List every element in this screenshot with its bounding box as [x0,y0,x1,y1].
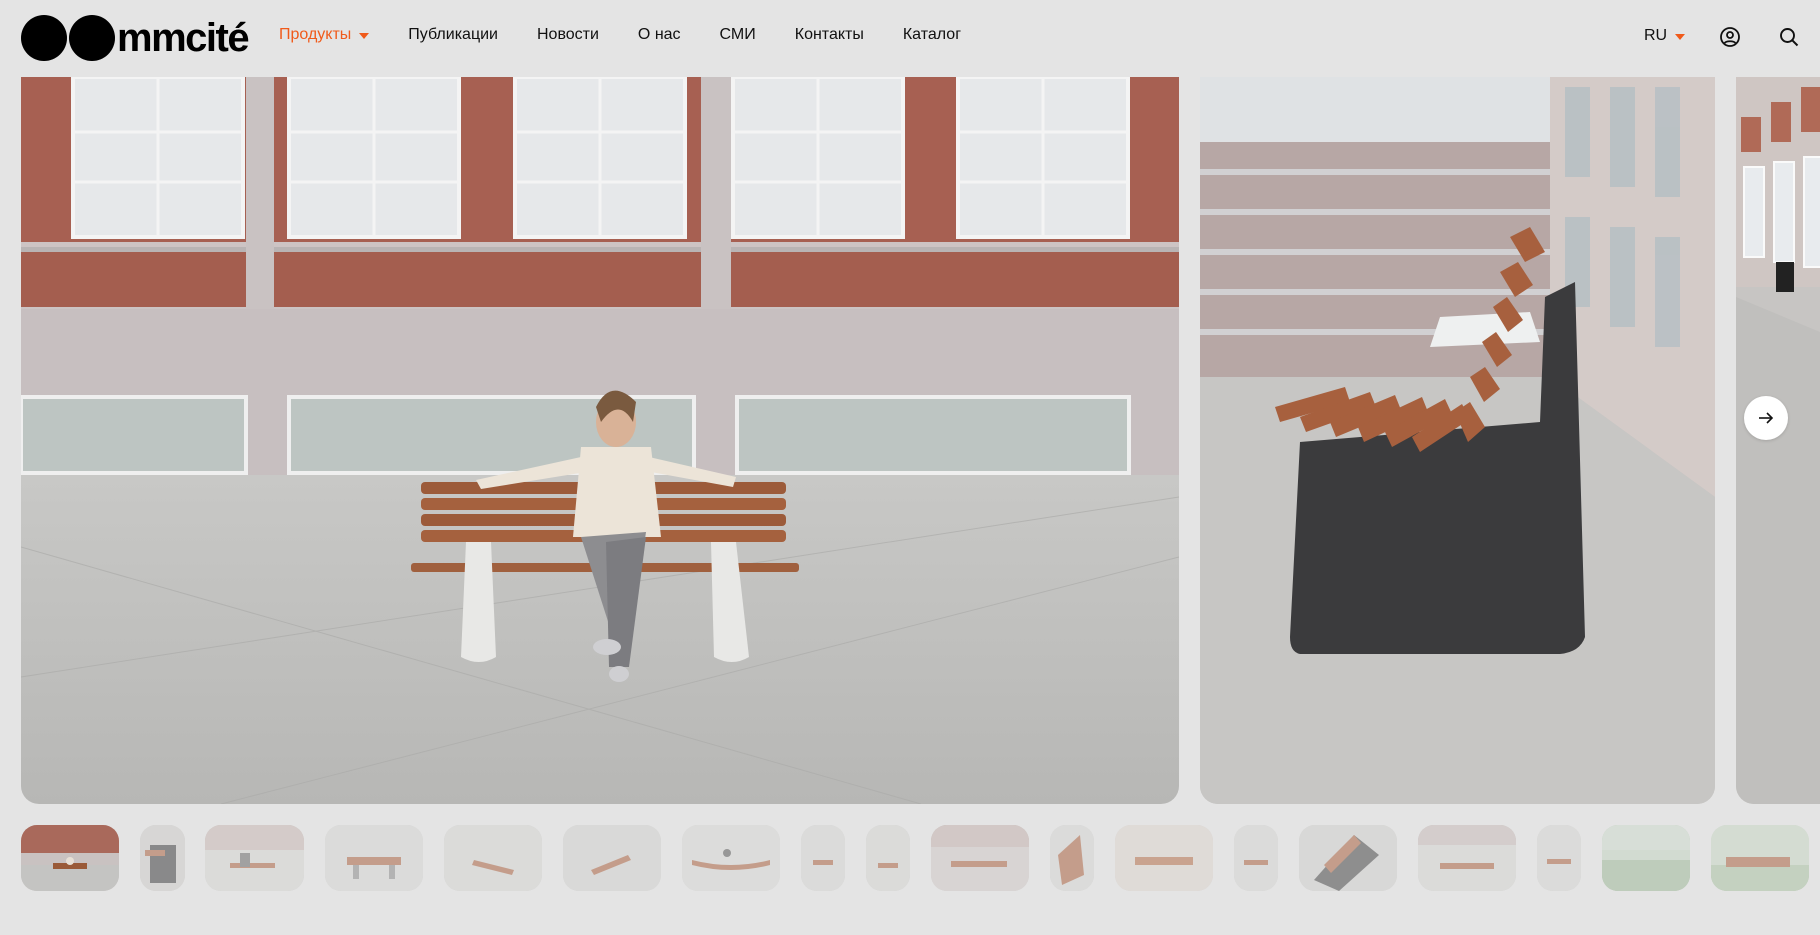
nav-item-products[interactable]: Продукты [279,26,370,44]
thumbnail-4[interactable] [325,825,423,891]
nav-item-catalog[interactable]: Каталог [903,26,961,44]
nav-item-label: Каталог [902,26,962,43]
thumbnail-5[interactable] [444,825,542,891]
nav-item-contacts[interactable]: Контакты [795,26,864,44]
thumbnail-15[interactable] [1418,825,1516,891]
logo-circle [21,15,67,61]
nav-item-label: Продукты [279,26,352,43]
logo-circle [69,15,115,61]
thumbnail-17[interactable] [1602,825,1690,891]
bench-side-view-photo [1200,77,1715,804]
chevron-down-icon [359,32,370,39]
thumbnail-6[interactable] [563,825,661,891]
thumbnail-8[interactable] [801,825,845,891]
thumbnail-14[interactable] [1299,825,1397,891]
thumbnail-11[interactable] [1050,825,1094,891]
nav-item-about[interactable]: О нас [638,26,681,44]
language-selector[interactable]: RU [1644,27,1686,45]
nav-item-media[interactable]: СМИ [720,26,756,44]
nav-item-label: О нас [637,26,681,43]
next-slide-button[interactable] [1744,396,1788,440]
nav-item-news[interactable]: Новости [537,26,599,44]
thumbnail-13[interactable] [1234,825,1278,891]
thumbnail-3[interactable] [205,825,304,891]
nav-item-label: Публикации [408,26,498,43]
bench-with-woman-photo [21,77,1179,804]
brand-name: mmcité [117,16,250,60]
thumbnail-16[interactable] [1537,825,1581,891]
thumbnail-10[interactable] [931,825,1029,891]
main-nav: Продукты Публикации Новости О нас СМИ Ко… [279,26,1000,44]
gallery-slide-main[interactable] [21,77,1179,804]
thumbnail-strip [0,825,1820,891]
user-icon[interactable] [1719,26,1741,48]
brand-logo[interactable]: mmcité [21,15,250,61]
thumbnail-2[interactable] [140,825,185,891]
gallery-slide-third[interactable] [1736,77,1820,804]
language-label: RU [1644,27,1668,44]
thumbnail-12[interactable] [1115,825,1213,891]
thumbnail-9[interactable] [866,825,910,891]
nav-item-publications[interactable]: Публикации [408,26,498,44]
nav-item-label: Новости [536,26,599,43]
thumbnail-1[interactable] [21,825,119,891]
thumbnail-7[interactable] [682,825,780,891]
gallery-slide-second[interactable] [1200,77,1715,804]
arrow-right-icon [1759,412,1774,424]
chevron-down-icon [1675,33,1686,40]
building-partial-photo [1736,77,1820,804]
nav-item-label: СМИ [719,26,756,43]
thumbnail-18[interactable] [1711,825,1809,891]
nav-item-label: Контакты [794,26,864,43]
site-header: mmcité Продукты Публикации Новости О нас… [0,0,1820,76]
search-icon[interactable] [1778,26,1800,48]
